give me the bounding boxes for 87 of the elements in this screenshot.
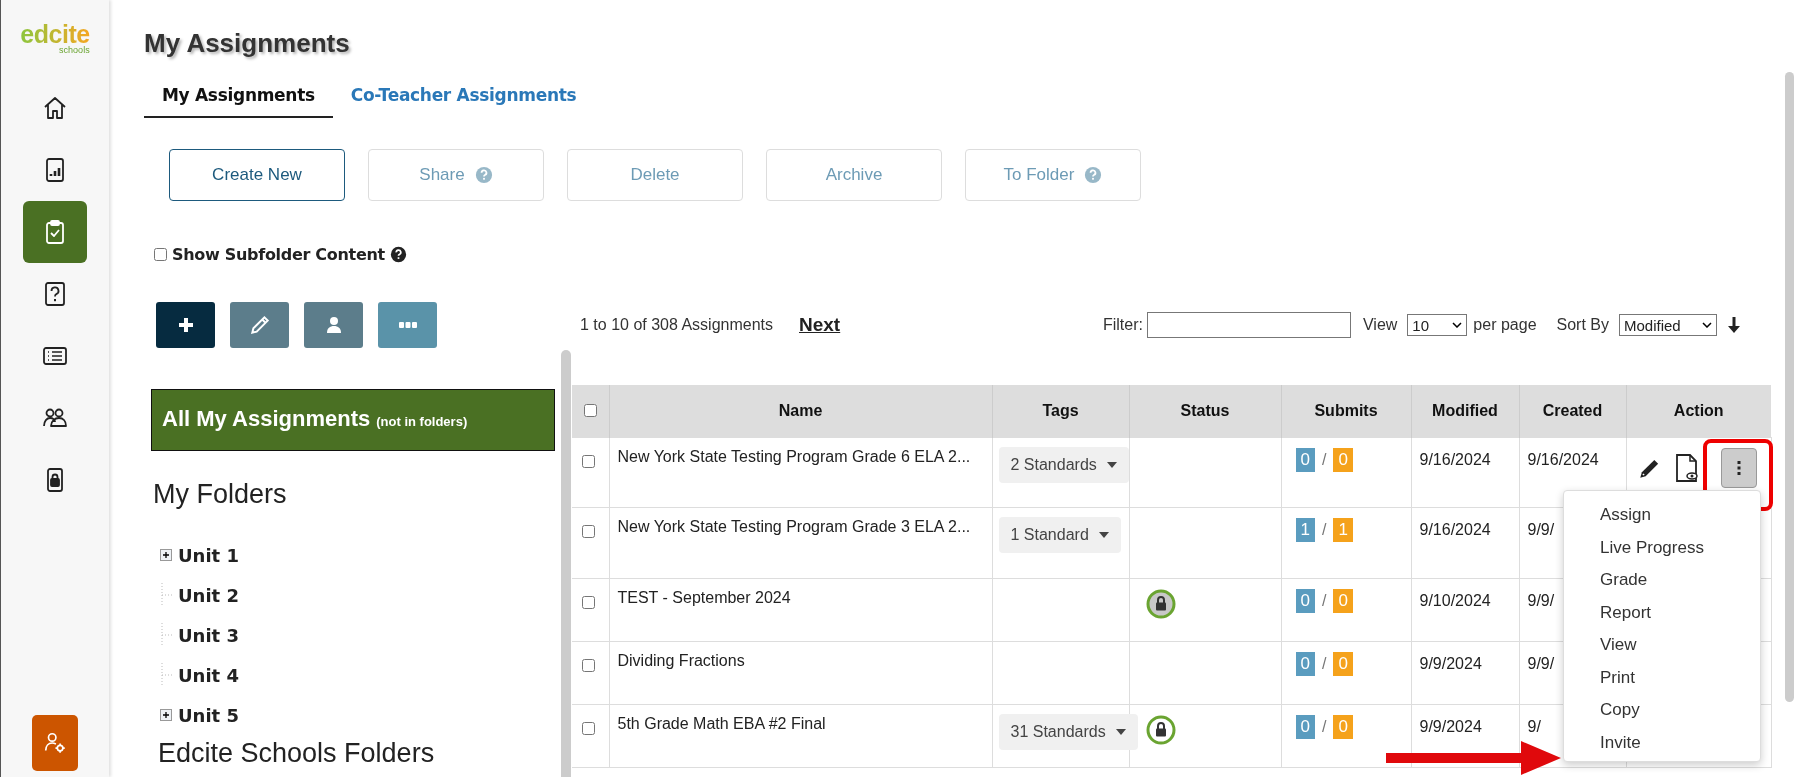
column-header[interactable]: Modified: [1411, 385, 1519, 438]
folder-item[interactable]: Unit 5: [178, 704, 239, 726]
rename-folder-button[interactable]: [230, 302, 289, 348]
total-count: 0: [1333, 715, 1353, 739]
table-cell: 9/10/2024: [1411, 578, 1519, 642]
tab[interactable]: My Assignments: [144, 76, 333, 118]
row-checkbox[interactable]: [582, 455, 595, 468]
section-heading: My Folders: [153, 479, 288, 510]
table-cell: 5th Grade Math EBA #2 Final: [609, 704, 992, 768]
row-checkbox[interactable]: [582, 525, 595, 538]
logo: edcite schools: [20, 22, 90, 55]
separator: /: [1321, 654, 1327, 674]
table-cell: 9/16/2024: [1411, 437, 1519, 508]
submitted-count: 1: [1295, 518, 1315, 542]
table-cell: 9/9/2024: [1411, 641, 1519, 705]
checkbox-label: Show Subfolder Content: [172, 245, 385, 264]
result-count: 1 to 10 of 308 Assignments: [580, 316, 773, 334]
tags-dropdown[interactable]: 2 Standards: [998, 447, 1129, 483]
row-checkbox[interactable]: [582, 659, 595, 672]
sort-direction-icon[interactable]: [1727, 316, 1741, 334]
folder-item[interactable]: Unit 2: [178, 584, 239, 606]
kebab-icon: [1736, 461, 1741, 475]
view-label: per page: [1473, 316, 1537, 334]
column-header[interactable]: Submits: [1281, 385, 1411, 438]
filter-label: Filter:: [1102, 316, 1143, 334]
separator: /: [1321, 591, 1327, 611]
chevron-icon: [1452, 322, 1463, 328]
separator: /: [1321, 450, 1327, 470]
tags-dropdown[interactable]: 31 Standards: [998, 714, 1138, 750]
user-settings-icon: [42, 730, 68, 756]
more-button[interactable]: [378, 302, 437, 348]
table-cell: New York State Testing Program Grade 6 ELA 2...: [609, 437, 992, 508]
sort-select[interactable]: Modified: [1619, 314, 1717, 336]
account-settings-button[interactable]: [32, 715, 78, 771]
column-header[interactable]: Created: [1519, 385, 1626, 438]
table-cell: 9/16/2024: [1411, 507, 1519, 579]
checkbox[interactable]: [154, 248, 167, 261]
next-link[interactable]: Next: [799, 314, 841, 336]
all-assignments-button[interactable]: All My Assignments (not in folders): [151, 389, 555, 451]
assignments-nav-button[interactable]: [23, 201, 87, 263]
table-cell: New York State Testing Program Grade 3 ELA 2...: [609, 507, 992, 579]
total-count: 0: [1333, 448, 1353, 472]
select-all-checkbox[interactable]: [584, 404, 598, 417]
more-actions-button[interactable]: [1720, 448, 1757, 488]
page-size-select[interactable]: 10: [1407, 314, 1468, 336]
column-header[interactable]: Tags: [992, 385, 1129, 438]
submitted-count: 0: [1295, 652, 1315, 676]
column-header[interactable]: Action: [1626, 385, 1771, 438]
row-checkbox[interactable]: [582, 722, 595, 735]
tags-dropdown[interactable]: 1 Standard: [998, 517, 1121, 553]
submitted-count: 0: [1295, 448, 1315, 472]
folder-item[interactable]: Unit 1: [178, 544, 239, 566]
section-heading: Edcite Schools Folders: [158, 738, 436, 768]
column-header[interactable]: Status: [1129, 385, 1281, 438]
column-header[interactable]: Name: [609, 385, 992, 438]
total-count: 0: [1333, 589, 1353, 613]
filter-field[interactable]: [1146, 312, 1351, 338]
submitted-count: 0: [1295, 715, 1315, 739]
total-count: 0: [1333, 652, 1353, 676]
view-label: View: [1362, 316, 1398, 334]
sort-label: Sort By: [1556, 316, 1609, 334]
table-cell: Dividing Fractions: [609, 641, 992, 705]
toolbar-button[interactable]: Create New: [169, 149, 345, 201]
caret-icon: [1115, 729, 1126, 735]
folder-item[interactable]: Unit 4: [178, 664, 239, 686]
table-cell: TEST - September 2024: [609, 578, 992, 642]
page-title: My Assignments: [144, 27, 351, 59]
ellipsis-icon: [397, 321, 418, 329]
chevron-icon: [1702, 322, 1712, 328]
help-icon: [389, 246, 407, 263]
expand-icon[interactable]: [160, 709, 172, 721]
pencil-icon: [248, 314, 271, 336]
scrollbar[interactable]: [1785, 72, 1794, 702]
separator: /: [1321, 717, 1327, 737]
folder-item[interactable]: Unit 3: [178, 624, 239, 646]
add-folder-button[interactable]: [156, 302, 215, 348]
separator: /: [1321, 520, 1327, 540]
caret-icon: [1098, 532, 1109, 538]
caret-icon: [1106, 462, 1117, 468]
scrollbar[interactable]: [561, 350, 571, 777]
share-folder-button[interactable]: [304, 302, 363, 348]
tab[interactable]: Co-Teacher Assignments: [332, 76, 595, 118]
preview-icon[interactable]: [1674, 454, 1699, 482]
expand-icon[interactable]: [160, 549, 172, 561]
submitted-count: 0: [1295, 589, 1315, 613]
total-count: 1: [1333, 518, 1353, 542]
row-checkbox[interactable]: [582, 596, 595, 609]
